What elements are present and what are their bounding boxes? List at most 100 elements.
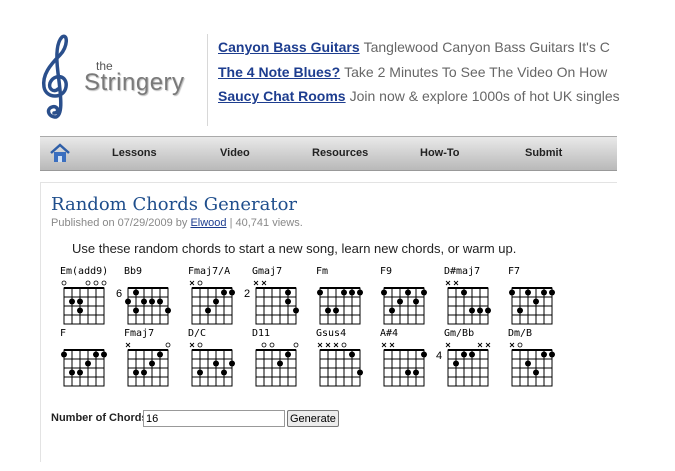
finger-dot bbox=[213, 360, 219, 367]
open-string-marker bbox=[101, 280, 107, 286]
open-string-marker bbox=[517, 342, 523, 348]
finger-dot bbox=[525, 289, 531, 296]
chord-grid: Em(add9) Bb9 6 Fmaj7/A Gmaj7 2 Fm F9 D#maj7 F7 F Fm… bbox=[0, 0, 675, 471]
finger-dot bbox=[285, 298, 291, 305]
chord-count-label: Number of Chords bbox=[51, 412, 148, 424]
finger-dot bbox=[541, 289, 547, 296]
chord-diagram bbox=[317, 342, 363, 387]
finger-dot bbox=[357, 369, 363, 376]
finger-dot bbox=[93, 351, 99, 358]
finger-dot bbox=[141, 298, 147, 305]
finger-dot bbox=[221, 369, 227, 376]
finger-dot bbox=[389, 307, 395, 314]
chord-diagram bbox=[381, 287, 427, 325]
chord-diagram bbox=[61, 280, 107, 325]
chord-diagram bbox=[317, 287, 363, 325]
finger-dot bbox=[165, 307, 171, 314]
finger-dot bbox=[421, 289, 427, 296]
finger-dot bbox=[221, 289, 227, 296]
finger-dot bbox=[229, 289, 235, 296]
open-string-marker bbox=[197, 342, 203, 348]
finger-dot bbox=[85, 360, 91, 367]
finger-dot bbox=[77, 298, 83, 305]
finger-dot bbox=[349, 351, 355, 358]
finger-dot bbox=[133, 369, 139, 376]
finger-dot bbox=[469, 351, 475, 358]
finger-dot bbox=[461, 351, 467, 358]
finger-dot bbox=[533, 298, 539, 305]
open-string-marker bbox=[341, 342, 347, 348]
finger-dot bbox=[421, 351, 427, 358]
finger-dot bbox=[461, 289, 467, 296]
finger-dot bbox=[61, 351, 67, 358]
finger-dot bbox=[405, 369, 411, 376]
finger-dot bbox=[317, 289, 323, 296]
chord-diagram bbox=[125, 342, 171, 387]
finger-dot bbox=[157, 351, 163, 358]
chord-diagram bbox=[509, 342, 555, 387]
open-string-marker bbox=[197, 280, 203, 286]
finger-dot bbox=[333, 307, 339, 314]
finger-dot bbox=[69, 369, 75, 376]
finger-dot bbox=[277, 360, 283, 367]
open-string-marker bbox=[165, 342, 171, 348]
finger-dot bbox=[229, 360, 235, 367]
finger-dot bbox=[413, 369, 419, 376]
open-string-marker bbox=[85, 280, 91, 286]
chord-diagram bbox=[189, 280, 235, 325]
chord-diagram bbox=[381, 342, 427, 387]
chord-diagram bbox=[509, 287, 555, 325]
finger-dot bbox=[405, 289, 411, 296]
finger-dot bbox=[413, 298, 419, 305]
finger-dot bbox=[157, 298, 163, 305]
chord-diagram bbox=[445, 280, 491, 325]
chord-diagram bbox=[445, 342, 491, 387]
chord-diagram bbox=[255, 342, 299, 387]
finger-dot bbox=[341, 289, 347, 296]
finger-dot bbox=[149, 298, 155, 305]
finger-dot bbox=[541, 351, 547, 358]
finger-dot bbox=[293, 307, 299, 314]
chord-fret-number: 6 bbox=[116, 288, 123, 300]
finger-dot bbox=[485, 307, 491, 314]
chord-diagram bbox=[189, 342, 235, 387]
finger-dot bbox=[397, 298, 403, 305]
generate-button[interactable]: Generate bbox=[287, 410, 339, 427]
finger-dot bbox=[133, 289, 139, 296]
finger-dot bbox=[285, 351, 291, 358]
open-string-marker bbox=[269, 342, 275, 348]
finger-dot bbox=[197, 369, 203, 376]
finger-dot bbox=[125, 298, 131, 305]
finger-dot bbox=[517, 307, 523, 314]
finger-dot bbox=[141, 369, 147, 376]
finger-dot bbox=[381, 289, 387, 296]
finger-dot bbox=[533, 369, 539, 376]
chord-fret-number: 4 bbox=[436, 350, 443, 362]
finger-dot bbox=[549, 351, 555, 358]
chord-diagram bbox=[61, 349, 107, 387]
finger-dot bbox=[469, 307, 475, 314]
chord-count-input[interactable] bbox=[143, 410, 285, 427]
open-string-marker bbox=[261, 342, 267, 348]
finger-dot bbox=[525, 360, 531, 367]
open-string-marker bbox=[293, 342, 299, 348]
finger-dot bbox=[101, 351, 107, 358]
finger-dot bbox=[349, 289, 355, 296]
finger-dot bbox=[77, 369, 83, 376]
finger-dot bbox=[133, 307, 139, 314]
chord-diagram bbox=[125, 287, 171, 325]
finger-dot bbox=[205, 307, 211, 314]
finger-dot bbox=[477, 307, 483, 314]
finger-dot bbox=[77, 307, 83, 314]
finger-dot bbox=[149, 360, 155, 367]
finger-dot bbox=[69, 298, 75, 305]
finger-dot bbox=[453, 360, 459, 367]
open-string-marker bbox=[61, 280, 67, 286]
chord-diagram bbox=[253, 280, 299, 325]
finger-dot bbox=[549, 289, 555, 296]
open-string-marker bbox=[93, 280, 99, 286]
finger-dot bbox=[509, 289, 515, 296]
finger-dot bbox=[285, 289, 291, 296]
finger-dot bbox=[325, 307, 331, 314]
finger-dot bbox=[357, 289, 363, 296]
